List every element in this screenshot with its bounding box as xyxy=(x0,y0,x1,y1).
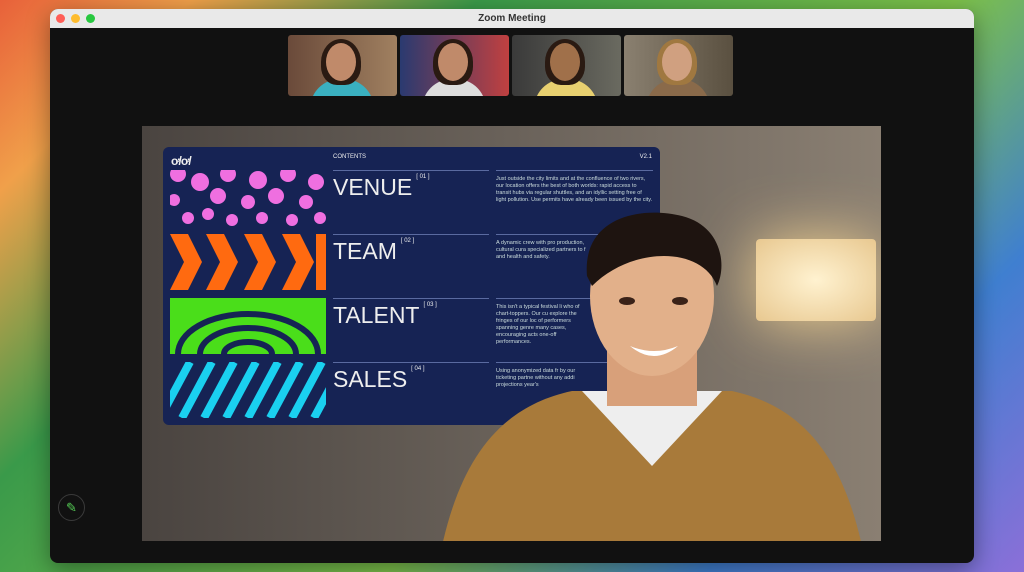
zoom-window: Zoom Meeting ơ/ơ/ CONTENTS V2.1 VENUE [… xyxy=(50,9,974,563)
stripe-pattern xyxy=(170,362,326,418)
section-description: Just outside the city limits and at the … xyxy=(496,176,653,203)
chevron-pattern xyxy=(170,234,326,290)
title-bar: Zoom Meeting xyxy=(50,9,974,28)
section-title: TEAM xyxy=(333,238,397,264)
pencil-icon: ✎ xyxy=(66,500,77,515)
window-title: Zoom Meeting xyxy=(478,13,546,24)
section-number: [ 03 ] xyxy=(423,302,437,308)
presenter xyxy=(443,212,861,541)
section-title: SALES xyxy=(333,366,408,392)
section-number: [ 04 ] xyxy=(411,366,425,372)
participant-thumbnail[interactable] xyxy=(400,35,509,96)
participant-thumbnail[interactable] xyxy=(512,35,621,96)
contents-label: CONTENTS xyxy=(333,154,366,160)
slide-logo: ơ/ơ/ xyxy=(171,154,192,168)
participant-thumbnail[interactable] xyxy=(624,35,733,96)
annotate-button[interactable]: ✎ xyxy=(58,494,85,521)
wave-pattern xyxy=(170,298,326,354)
minimize-button[interactable] xyxy=(71,14,80,23)
section-number: [ 02 ] xyxy=(400,238,415,244)
close-button[interactable] xyxy=(56,14,65,23)
section-title: TALENT xyxy=(333,302,420,328)
zoom-button[interactable] xyxy=(86,14,95,23)
dots-pattern xyxy=(170,170,326,226)
active-speaker-video: ơ/ơ/ CONTENTS V2.1 VENUE [01] Just out… xyxy=(142,126,881,541)
version-label: V2.1 xyxy=(639,154,652,160)
section-title: VENUE xyxy=(333,174,413,200)
participant-thumbnail[interactable] xyxy=(288,35,397,96)
section-number: [ 01 ] xyxy=(416,174,430,180)
